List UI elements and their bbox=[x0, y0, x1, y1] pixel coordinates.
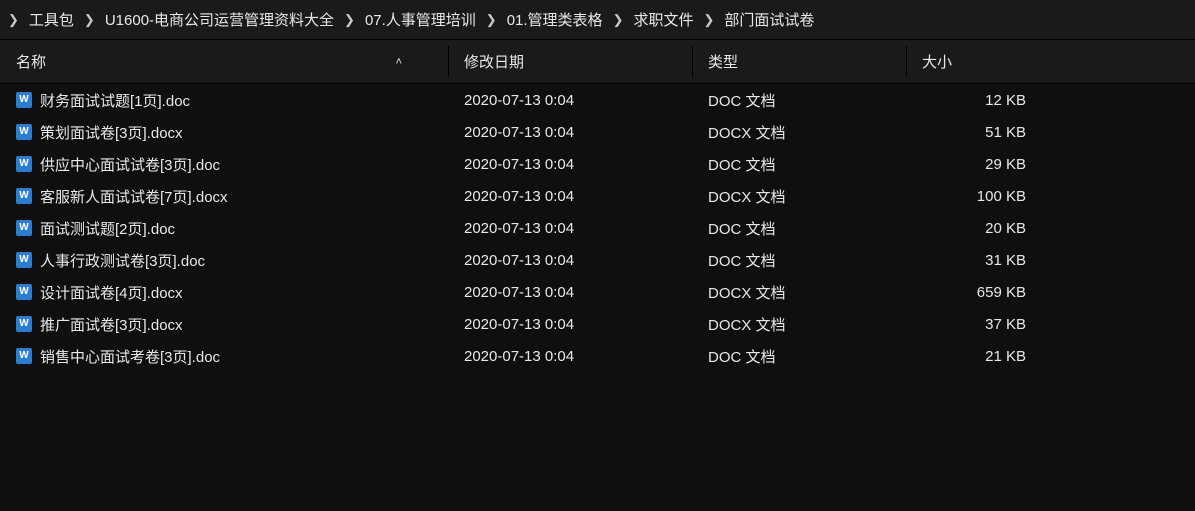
column-header-label: 类型 bbox=[708, 51, 738, 72]
breadcrumb-item[interactable]: 求职文件 bbox=[633, 9, 693, 30]
breadcrumb-item[interactable]: 07.人事管理培训 bbox=[365, 9, 476, 30]
sort-ascending-icon: ˄ bbox=[396, 56, 402, 68]
file-row[interactable]: W 供应中心面试试卷[3页].doc 2020-07-13 0:04 DOC 文… bbox=[0, 148, 1195, 180]
column-header-date[interactable]: 修改日期 bbox=[448, 40, 692, 83]
file-size: 100 KB bbox=[906, 180, 1066, 212]
breadcrumb-item[interactable]: U1600-电商公司运营管理资料大全 bbox=[105, 9, 334, 30]
chevron-right-icon: ❯ bbox=[613, 12, 624, 28]
word-file-icon: W bbox=[16, 252, 32, 268]
file-type: DOC 文档 bbox=[692, 212, 906, 244]
empty-area bbox=[0, 372, 1195, 511]
file-type: DOC 文档 bbox=[692, 148, 906, 180]
chevron-right-icon: ❯ bbox=[8, 12, 19, 28]
file-row[interactable]: W 客服新人面试试卷[7页].docx 2020-07-13 0:04 DOCX… bbox=[0, 180, 1195, 212]
file-date: 2020-07-13 0:04 bbox=[448, 116, 692, 148]
file-size: 12 KB bbox=[906, 84, 1066, 116]
file-type: DOC 文档 bbox=[692, 244, 906, 276]
file-name: 客服新人面试试卷[7页].docx bbox=[40, 186, 228, 207]
file-date: 2020-07-13 0:04 bbox=[448, 84, 692, 116]
file-type: DOCX 文档 bbox=[692, 276, 906, 308]
file-date: 2020-07-13 0:04 bbox=[448, 276, 692, 308]
file-name: 推广面试卷[3页].docx bbox=[40, 314, 183, 335]
file-date: 2020-07-13 0:04 bbox=[448, 180, 692, 212]
word-file-icon: W bbox=[16, 92, 32, 108]
column-header-label: 大小 bbox=[922, 51, 952, 72]
word-file-icon: W bbox=[16, 188, 32, 204]
file-size: 29 KB bbox=[906, 148, 1066, 180]
file-row[interactable]: W 人事行政测试卷[3页].doc 2020-07-13 0:04 DOC 文档… bbox=[0, 244, 1195, 276]
word-file-icon: W bbox=[16, 220, 32, 236]
file-name: 设计面试卷[4页].docx bbox=[40, 282, 183, 303]
column-header-name[interactable]: 名称 ˄ bbox=[0, 40, 448, 83]
file-size: 37 KB bbox=[906, 308, 1066, 340]
word-file-icon: W bbox=[16, 348, 32, 364]
breadcrumb-item[interactable]: 工具包 bbox=[29, 9, 74, 30]
file-date: 2020-07-13 0:04 bbox=[448, 308, 692, 340]
breadcrumb-item[interactable]: 部门面试试卷 bbox=[724, 9, 814, 30]
file-row[interactable]: W 财务面试试题[1页].doc 2020-07-13 0:04 DOC 文档 … bbox=[0, 84, 1195, 116]
file-size: 21 KB bbox=[906, 340, 1066, 372]
chevron-right-icon: ❯ bbox=[486, 12, 497, 28]
file-name: 供应中心面试试卷[3页].doc bbox=[40, 154, 220, 175]
file-size: 51 KB bbox=[906, 116, 1066, 148]
file-type: DOCX 文档 bbox=[692, 116, 906, 148]
breadcrumb-item[interactable]: 01.管理类表格 bbox=[507, 9, 603, 30]
file-list: W 财务面试试题[1页].doc 2020-07-13 0:04 DOC 文档 … bbox=[0, 84, 1195, 372]
word-file-icon: W bbox=[16, 124, 32, 140]
file-type: DOC 文档 bbox=[692, 340, 906, 372]
file-row[interactable]: W 推广面试卷[3页].docx 2020-07-13 0:04 DOCX 文档… bbox=[0, 308, 1195, 340]
file-date: 2020-07-13 0:04 bbox=[448, 244, 692, 276]
file-row[interactable]: W 设计面试卷[4页].docx 2020-07-13 0:04 DOCX 文档… bbox=[0, 276, 1195, 308]
file-name: 财务面试试题[1页].doc bbox=[40, 90, 190, 111]
file-size: 31 KB bbox=[906, 244, 1066, 276]
column-header-size[interactable]: 大小 bbox=[906, 40, 1066, 83]
file-size: 659 KB bbox=[906, 276, 1066, 308]
column-header-label: 修改日期 bbox=[464, 51, 524, 72]
column-header-label: 名称 bbox=[16, 51, 46, 72]
word-file-icon: W bbox=[16, 156, 32, 172]
file-name: 策划面试卷[3页].docx bbox=[40, 122, 183, 143]
word-file-icon: W bbox=[16, 284, 32, 300]
file-size: 20 KB bbox=[906, 212, 1066, 244]
chevron-right-icon: ❯ bbox=[703, 12, 714, 28]
column-headers: 名称 ˄ 修改日期 类型 大小 bbox=[0, 40, 1195, 84]
file-type: DOCX 文档 bbox=[692, 180, 906, 212]
file-row[interactable]: W 策划面试卷[3页].docx 2020-07-13 0:04 DOCX 文档… bbox=[0, 116, 1195, 148]
word-file-icon: W bbox=[16, 316, 32, 332]
file-name: 人事行政测试卷[3页].doc bbox=[40, 250, 205, 271]
column-header-type[interactable]: 类型 bbox=[692, 40, 906, 83]
file-date: 2020-07-13 0:04 bbox=[448, 212, 692, 244]
file-date: 2020-07-13 0:04 bbox=[448, 340, 692, 372]
file-date: 2020-07-13 0:04 bbox=[448, 148, 692, 180]
breadcrumb[interactable]: ❯ 工具包 ❯ U1600-电商公司运营管理资料大全 ❯ 07.人事管理培训 ❯… bbox=[0, 0, 1195, 40]
chevron-right-icon: ❯ bbox=[344, 12, 355, 28]
file-name: 销售中心面试考卷[3页].doc bbox=[40, 346, 220, 367]
file-name: 面试测试题[2页].doc bbox=[40, 218, 175, 239]
file-row[interactable]: W 销售中心面试考卷[3页].doc 2020-07-13 0:04 DOC 文… bbox=[0, 340, 1195, 372]
file-type: DOC 文档 bbox=[692, 84, 906, 116]
file-type: DOCX 文档 bbox=[692, 308, 906, 340]
chevron-right-icon: ❯ bbox=[84, 12, 95, 28]
file-row[interactable]: W 面试测试题[2页].doc 2020-07-13 0:04 DOC 文档 2… bbox=[0, 212, 1195, 244]
